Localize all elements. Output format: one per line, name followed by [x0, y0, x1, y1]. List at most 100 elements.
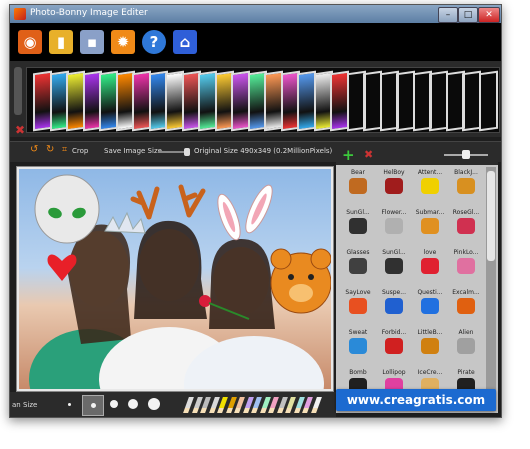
sticker-item[interactable]: Excalm...	[448, 289, 484, 329]
main-toolbar: ◉ ▮ ▪ ✹? ⌂	[10, 23, 501, 61]
sticker-label: Flower...	[381, 209, 407, 216]
pen-size-5[interactable]	[148, 398, 160, 410]
pen-size-3[interactable]	[110, 400, 118, 408]
sticker-item[interactable]: love	[412, 249, 448, 289]
sticker-icon	[457, 338, 475, 354]
sticker-size-slider-thumb[interactable]	[462, 150, 470, 159]
sticker-label: HelBoy	[383, 169, 405, 176]
frame-thumbnail[interactable]	[478, 70, 498, 132]
frame-strip: ✖	[10, 61, 501, 137]
maximize-button[interactable]: □	[458, 7, 478, 23]
sticker-label: SunGl...	[382, 249, 406, 256]
sticker-label: Excalm...	[452, 289, 480, 296]
rotate-right-icon[interactable]: ↻	[46, 144, 54, 155]
sticker-item[interactable]: SunGl...	[340, 209, 376, 249]
sticker-item[interactable]: Forbid...	[376, 329, 412, 369]
sticker-icon	[385, 218, 403, 234]
help-button[interactable]: ?	[142, 30, 166, 54]
sticker-icon	[349, 218, 367, 234]
pen-size-2-selected[interactable]	[82, 395, 104, 416]
sticker-icon	[421, 298, 439, 314]
frame-thumbnails[interactable]	[26, 67, 500, 133]
close-button[interactable]: ✕	[478, 7, 500, 23]
sticker-item[interactable]: Glasses	[340, 249, 376, 289]
image-canvas[interactable]	[16, 166, 334, 392]
sticker-item[interactable]: Submar...	[412, 209, 448, 249]
save-button[interactable]: ▪	[80, 30, 104, 54]
sticker-item[interactable]: PinkLo...	[448, 249, 484, 289]
settings-button[interactable]: ✹	[111, 30, 135, 54]
clear-strip-icon[interactable]: ✖	[15, 123, 25, 137]
sticker-icon	[457, 178, 475, 194]
sticker-item[interactable]: Questi...	[412, 289, 448, 329]
home-icon: ⌂	[179, 33, 191, 51]
alien-sticker[interactable]	[34, 174, 100, 244]
sticker-icon	[349, 258, 367, 274]
sticker-item[interactable]: SayLove	[340, 289, 376, 329]
pen-size-1[interactable]	[68, 403, 71, 406]
sticker-label: RoseGl...	[452, 209, 480, 216]
open-image-button[interactable]: ◉	[18, 30, 42, 54]
sticker-item[interactable]: RoseGl...	[448, 209, 484, 249]
folder-icon: ▮	[56, 33, 66, 51]
sticker-item[interactable]: Bear	[340, 169, 376, 209]
save-size-label: Save Image Size	[104, 147, 162, 155]
crop-icon[interactable]: ⌗	[62, 145, 67, 155]
sticker-label: Submar...	[415, 209, 445, 216]
sticker-item[interactable]: Alien	[448, 329, 484, 369]
open-folder-button[interactable]: ▮	[49, 30, 73, 54]
sticker-grid: Bear HelBoy Attent... BlackJ... SunGl... Flow…	[340, 169, 484, 413]
sticker-item[interactable]: Flower...	[376, 209, 412, 249]
sticker-label: Forbid...	[381, 329, 407, 336]
camera-icon: ◉	[23, 33, 37, 51]
sticker-item[interactable]: SunGl...	[376, 249, 412, 289]
sticker-item[interactable]: Suspe...	[376, 289, 412, 329]
minimize-button[interactable]: –	[438, 7, 458, 23]
title-bar: Photo-Bonny Image Editer – □ ✕	[10, 5, 501, 23]
sticker-item[interactable]: BlackJ...	[448, 169, 484, 209]
sticker-scrollbar[interactable]	[486, 167, 496, 411]
bear-ear-left	[270, 248, 292, 270]
sticker-icon	[421, 218, 439, 234]
rose-sticker[interactable]	[199, 295, 211, 307]
sticker-item[interactable]: HelBoy	[376, 169, 412, 209]
home-button[interactable]: ⌂	[173, 30, 197, 54]
pen-size-4[interactable]	[128, 399, 138, 409]
sticker-label: Bomb	[349, 369, 367, 376]
remove-sticker-icon[interactable]: ✖	[364, 148, 373, 161]
sticker-label: Bear	[351, 169, 365, 176]
scrollbar-thumb[interactable]	[487, 171, 495, 261]
edited-photo[interactable]	[19, 169, 332, 391]
strip-zoom-slider[interactable]	[14, 67, 22, 115]
add-sticker-icon[interactable]: +	[342, 146, 355, 164]
sticker-icon	[349, 298, 367, 314]
floppy-icon: ▪	[86, 33, 98, 51]
pen-size-2-dot	[91, 403, 96, 408]
sticker-item[interactable]: Attent...	[412, 169, 448, 209]
sticker-label: Sweat	[348, 329, 368, 336]
sticker-label: Lollipop	[382, 369, 406, 376]
antlers-sticker[interactable]	[130, 184, 206, 220]
window-title: Photo-Bonny Image Editer	[30, 8, 148, 18]
sticker-label: SayLove	[345, 289, 371, 296]
tiara-sticker[interactable]	[104, 211, 146, 234]
sticker-icon	[421, 258, 439, 274]
sticker-icon	[457, 298, 475, 314]
girl-left-hair	[67, 224, 131, 344]
sticker-icon	[421, 338, 439, 354]
sticker-icon	[385, 298, 403, 314]
sticker-label: Glasses	[346, 249, 370, 256]
photo-scene	[29, 174, 332, 391]
sticker-icon	[385, 178, 403, 194]
sticker-icon	[421, 178, 439, 194]
sticker-label: Questi...	[417, 289, 443, 296]
sticker-icon	[385, 338, 403, 354]
sticker-item[interactable]: Sweat	[340, 329, 376, 369]
rotate-left-icon[interactable]: ↺	[30, 144, 38, 155]
sticker-icon	[457, 258, 475, 274]
crop-button[interactable]: Crop	[72, 147, 88, 155]
gear-icon: ✹	[116, 33, 130, 51]
save-size-slider-thumb[interactable]	[184, 148, 190, 156]
sticker-label: SunGl...	[346, 209, 370, 216]
sticker-item[interactable]: LittleB...	[412, 329, 448, 369]
